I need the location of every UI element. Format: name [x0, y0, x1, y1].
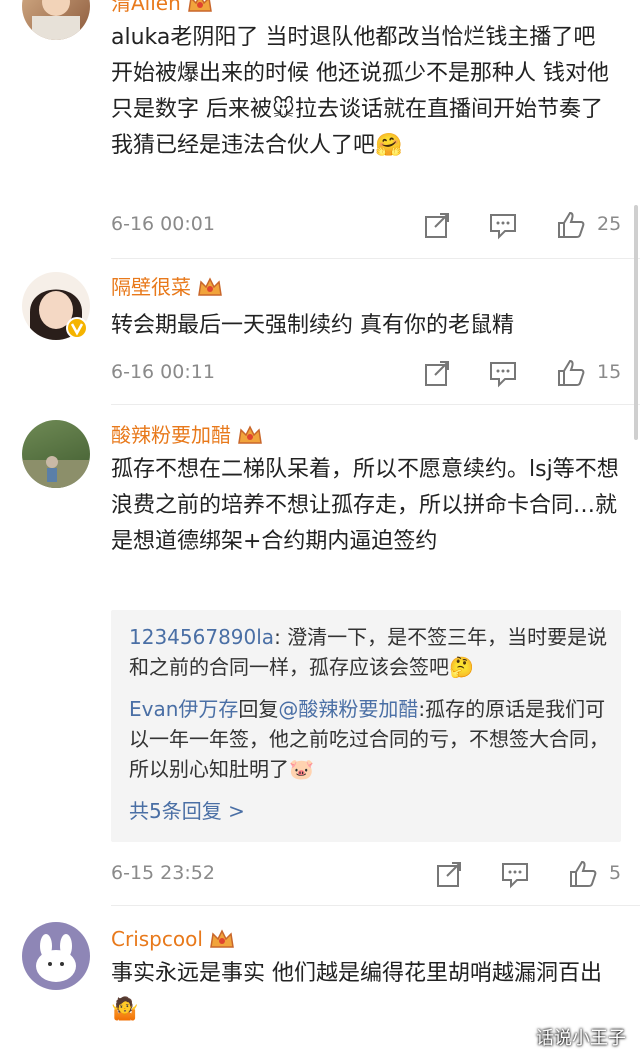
like-icon[interactable]: [567, 858, 599, 890]
comment-text: 事实永远是事实 他们越是编得花里胡哨越漏洞百出🤷: [111, 961, 602, 1022]
reply-username[interactable]: 1234567890la: [129, 625, 274, 649]
username[interactable]: 隔壁很菜: [111, 274, 223, 300]
vip-crown-icon: [238, 425, 262, 444]
vip-crown-icon: [210, 929, 234, 948]
avatar-photo-icon: [22, 456, 90, 488]
like-count: 5: [609, 862, 622, 884]
reply-1: 1234567890la: 澄清一下，是不签三年，当时要是说和之前的合同一样，孤…: [129, 622, 609, 682]
comment-meta: 6-16 00:01 25: [111, 209, 631, 241]
comment-text: 转会期最后一天强制续约 真有你的老鼠精: [111, 313, 514, 338]
like-icon[interactable]: [555, 357, 587, 389]
avatar[interactable]: [22, 922, 90, 990]
share-icon[interactable]: [421, 209, 453, 241]
username[interactable]: Crispcool: [111, 926, 235, 952]
like-count: 15: [597, 361, 622, 383]
share-icon[interactable]: [433, 858, 465, 890]
share-icon[interactable]: [421, 357, 453, 389]
timestamp: 6-15 23:52: [111, 862, 215, 884]
reply-verb: 回复: [238, 697, 279, 721]
divider: [111, 404, 640, 405]
like-icon[interactable]: [555, 209, 587, 241]
reply-mention[interactable]: @酸辣粉要加醋: [278, 697, 418, 721]
reply-box[interactable]: 1234567890la: 澄清一下，是不签三年，当时要是说和之前的合同一样，孤…: [111, 610, 621, 842]
vip-crown-icon: [187, 0, 212, 12]
more-replies-link[interactable]: 共5条回复 >: [129, 796, 609, 826]
timestamp: 6-16 00:11: [111, 361, 215, 383]
comment-icon[interactable]: [487, 357, 519, 389]
timestamp: 6-16 00:01: [111, 213, 215, 235]
comment-meta: 6-16 00:11 15: [111, 357, 631, 389]
reply-username[interactable]: Evan伊万存: [129, 697, 238, 721]
comment-icon[interactable]: [499, 858, 531, 890]
avatar[interactable]: [22, 420, 90, 488]
username[interactable]: 渭Allen: [111, 0, 213, 16]
comment-text: 孤存不想在二梯队呆着，所以不愿意续约。lsj等不想浪费之前的培养不想让孤存走，所…: [111, 457, 619, 554]
verified-badge-icon: [66, 317, 88, 339]
like-count: 25: [597, 213, 622, 235]
vip-crown-icon: [198, 277, 222, 296]
avatar[interactable]: [22, 0, 90, 40]
scrollbar[interactable]: [634, 205, 638, 440]
divider: [111, 258, 640, 259]
avatar-photo-icon: [36, 934, 76, 982]
comment-meta: 6-15 23:52 5: [111, 858, 631, 890]
avatar-photo-icon: [32, 0, 80, 40]
reply-2: Evan伊万存回复@酸辣粉要加醋:孤存的原话是我们可以一年一年签，他之前吃过合同…: [129, 694, 609, 784]
divider: [111, 905, 640, 906]
username[interactable]: 酸辣粉要加醋: [111, 422, 263, 448]
comment-icon[interactable]: [487, 209, 519, 241]
comment-text: aluka老阴阳了 当时退队他都改当恰烂钱主播了吧 开始被爆出来的时候 他还说孤…: [111, 25, 609, 158]
watermark: 话说小王子: [536, 1028, 626, 1049]
